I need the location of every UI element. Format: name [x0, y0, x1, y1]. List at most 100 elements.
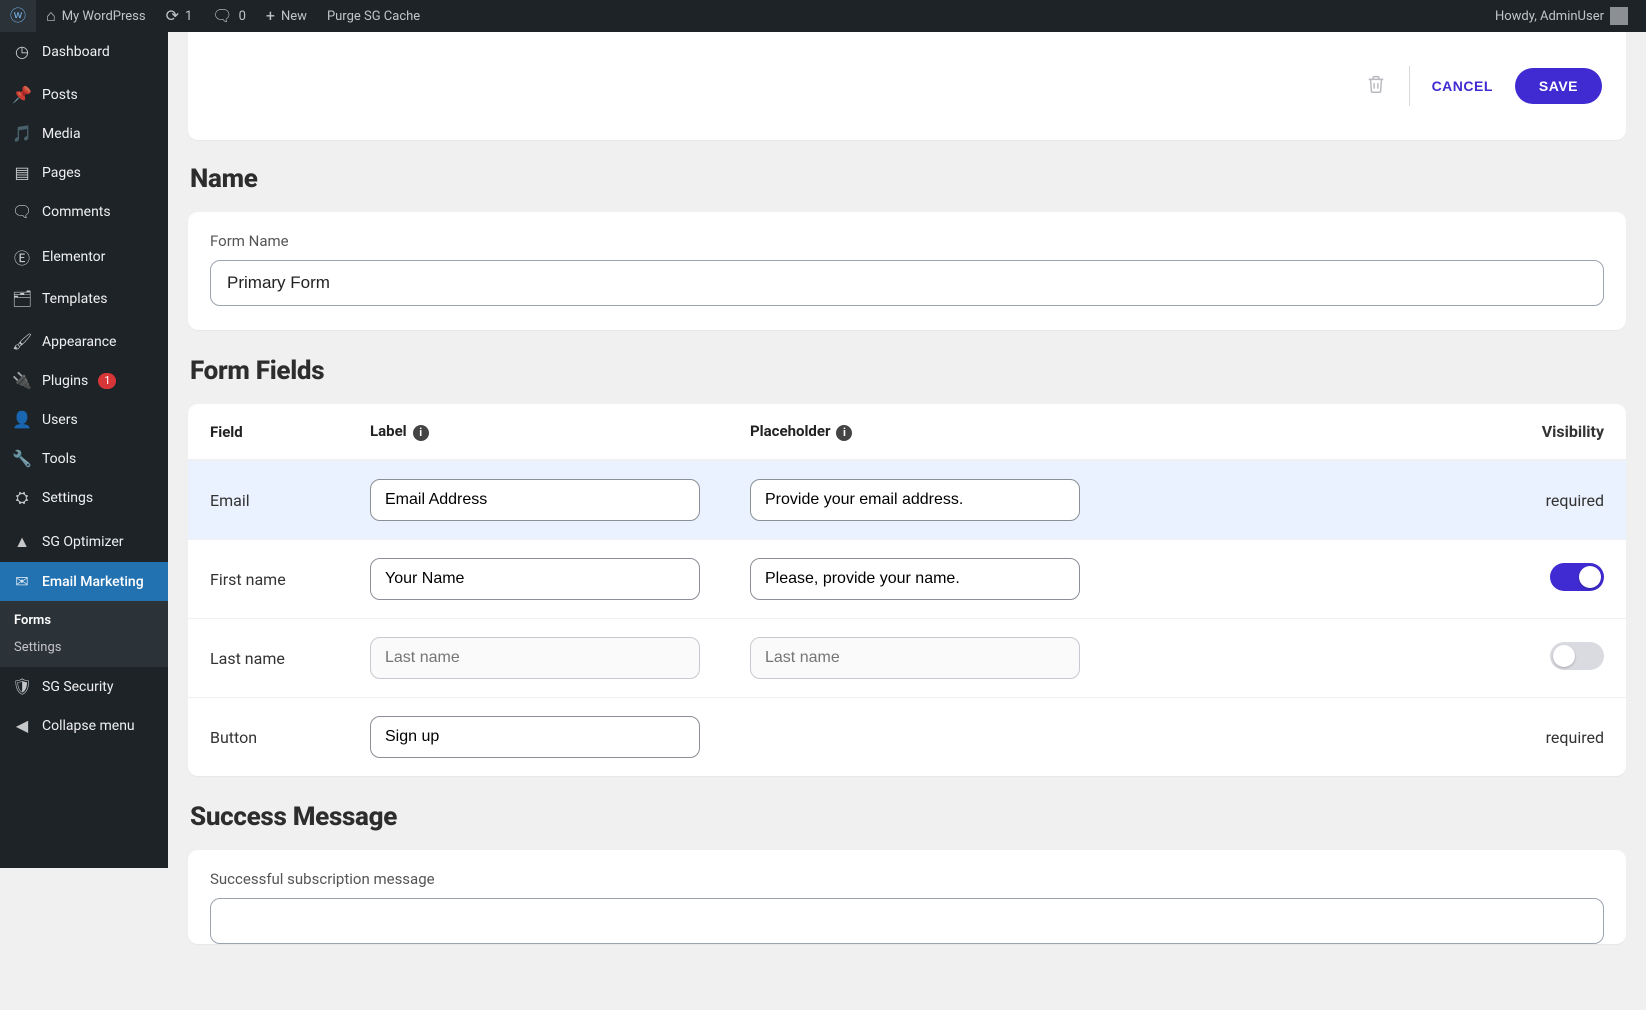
- sidebar-sub-forms[interactable]: Forms: [0, 607, 168, 634]
- site-name: My WordPress: [62, 9, 146, 24]
- visibility-cell: required: [1130, 728, 1604, 747]
- visibility-cell: required: [1130, 491, 1604, 510]
- updates-count: 1: [185, 9, 192, 24]
- visibility-toggle[interactable]: [1550, 563, 1604, 591]
- howdy-text: Howdy, AdminUser: [1495, 9, 1604, 24]
- badge-count: 1: [98, 373, 116, 389]
- table-row: Email required: [188, 460, 1626, 539]
- delete-icon[interactable]: [1365, 73, 1387, 100]
- fields-table: Field Labeli Placeholderi Visibility Ema…: [188, 404, 1626, 776]
- name-panel: Form Name: [188, 212, 1626, 330]
- templates-icon: 🗂: [12, 289, 32, 308]
- field-name: First name: [210, 570, 370, 589]
- sidebar-item-label: Comments: [42, 204, 111, 220]
- sidebar-item-sg-optimizer[interactable]: ▲SG Optimizer: [0, 522, 168, 562]
- label-input[interactable]: [370, 479, 700, 521]
- placeholder-input: [750, 637, 1080, 679]
- sidebar-item-elementor[interactable]: ⒺElementor: [0, 235, 168, 279]
- field-name: Button: [210, 728, 370, 747]
- section-fields-heading: Form Fields: [190, 356, 1626, 386]
- label-input[interactable]: [370, 558, 700, 600]
- save-button[interactable]: SAVE: [1515, 68, 1602, 104]
- sidebar-item-label: Settings: [42, 490, 93, 506]
- col-visibility: Visibility: [1130, 422, 1604, 441]
- comments-link[interactable]: 🗨0: [202, 0, 256, 32]
- updates-link[interactable]: ⟳1: [156, 0, 203, 32]
- brush-icon: 🖌: [12, 332, 32, 351]
- info-icon[interactable]: i: [413, 425, 429, 441]
- sidebar-item-media[interactable]: 🎵Media: [0, 114, 168, 153]
- comment-icon: 🗨: [12, 202, 32, 221]
- sg-icon: ▲: [12, 532, 32, 552]
- new-label: New: [281, 9, 307, 24]
- placeholder-cell: [750, 558, 1130, 600]
- new-link[interactable]: + New: [256, 0, 317, 32]
- visibility-cell: [1130, 642, 1604, 674]
- sidebar-item-tools[interactable]: 🔧 Tools: [0, 439, 168, 478]
- sidebar-item-templates[interactable]: 🗂Templates: [0, 279, 168, 318]
- form-name-input[interactable]: [210, 260, 1604, 306]
- sidebar-item-label: Collapse menu: [42, 718, 135, 734]
- elementor-icon: Ⓔ: [12, 245, 32, 269]
- table-row: Button required: [188, 697, 1626, 776]
- sidebar-item-pages[interactable]: ▤Pages: [0, 153, 168, 192]
- wrench-icon: 🔧: [12, 449, 32, 468]
- label-input[interactable]: [370, 716, 700, 758]
- sidebar-item-email-marketing[interactable]: ✉ Email Marketing: [0, 562, 168, 601]
- wordpress-icon: ⓦ: [10, 8, 26, 24]
- sidebar-item-label: Email Marketing: [42, 574, 144, 590]
- wp-logo[interactable]: ⓦ: [0, 0, 36, 32]
- home-icon: ⌂: [46, 8, 56, 24]
- label-input: [370, 637, 700, 679]
- placeholder-input[interactable]: [750, 558, 1080, 600]
- col-label: Labeli: [370, 422, 750, 441]
- sidebar-item-dashboard[interactable]: ◷Dashboard: [0, 32, 168, 71]
- main: CANCEL SAVE Name Form Name Form Fields F…: [168, 0, 1646, 1010]
- pin-icon: 📌: [12, 85, 32, 104]
- plus-icon: +: [266, 8, 275, 24]
- sidebar-item-users[interactable]: 👤Users: [0, 400, 168, 439]
- sidebar-item-comments[interactable]: 🗨 Comments: [0, 192, 168, 231]
- success-label: Successful subscription message: [210, 870, 1604, 888]
- divider: [1409, 66, 1410, 106]
- collapse-icon: ◀: [12, 716, 32, 735]
- placeholder-cell: [750, 479, 1130, 521]
- form-name-label: Form Name: [210, 232, 1604, 250]
- plug-icon: 🔌: [12, 371, 32, 390]
- col-field: Field: [210, 423, 370, 441]
- toolbar-card: CANCEL SAVE: [188, 32, 1626, 140]
- cancel-button[interactable]: CANCEL: [1432, 78, 1493, 94]
- col-placeholder: Placeholderi: [750, 422, 1130, 441]
- shield-icon: 🛡: [12, 677, 32, 696]
- sidebar-item-label: SG Security: [42, 679, 113, 695]
- dashboard-icon: ◷: [12, 42, 32, 61]
- sidebar-item-appearance[interactable]: 🖌Appearance: [0, 322, 168, 361]
- sidebar-item-label: Plugins: [42, 373, 88, 389]
- visibility-toggle[interactable]: [1550, 642, 1604, 670]
- purge-cache-link[interactable]: Purge SG Cache: [317, 0, 430, 32]
- section-name-heading: Name: [190, 164, 1626, 194]
- comments-count: 0: [239, 9, 246, 24]
- purge-label: Purge SG Cache: [327, 9, 420, 24]
- label-cell: [370, 558, 750, 600]
- sidebar-item-plugins[interactable]: 🔌 Plugins 1: [0, 361, 168, 400]
- success-input[interactable]: [210, 898, 1604, 944]
- howdy-link[interactable]: Howdy, AdminUser: [1485, 0, 1638, 32]
- mail-icon: ✉: [12, 572, 32, 591]
- site-link[interactable]: ⌂ My WordPress: [36, 0, 156, 32]
- sidebar-item-posts[interactable]: 📌Posts: [0, 75, 168, 114]
- comment-icon: 🗨: [212, 8, 232, 24]
- label-cell: [370, 716, 750, 758]
- sidebar-sub-settings[interactable]: Settings: [0, 634, 168, 661]
- sidebar-item-collapse-menu[interactable]: ◀ Collapse menu: [0, 706, 168, 745]
- sidebar-item-sg-security[interactable]: 🛡 SG Security: [0, 667, 168, 706]
- user-icon: 👤: [12, 410, 32, 429]
- field-name: Email: [210, 491, 370, 510]
- label-cell: [370, 637, 750, 679]
- table-head: Field Labeli Placeholderi Visibility: [188, 404, 1626, 460]
- sidebar-item-settings[interactable]: ⛭Settings: [0, 478, 168, 518]
- info-icon[interactable]: i: [836, 425, 852, 441]
- sidebar-item-label: Tools: [42, 451, 76, 467]
- placeholder-input[interactable]: [750, 479, 1080, 521]
- field-name: Last name: [210, 649, 370, 668]
